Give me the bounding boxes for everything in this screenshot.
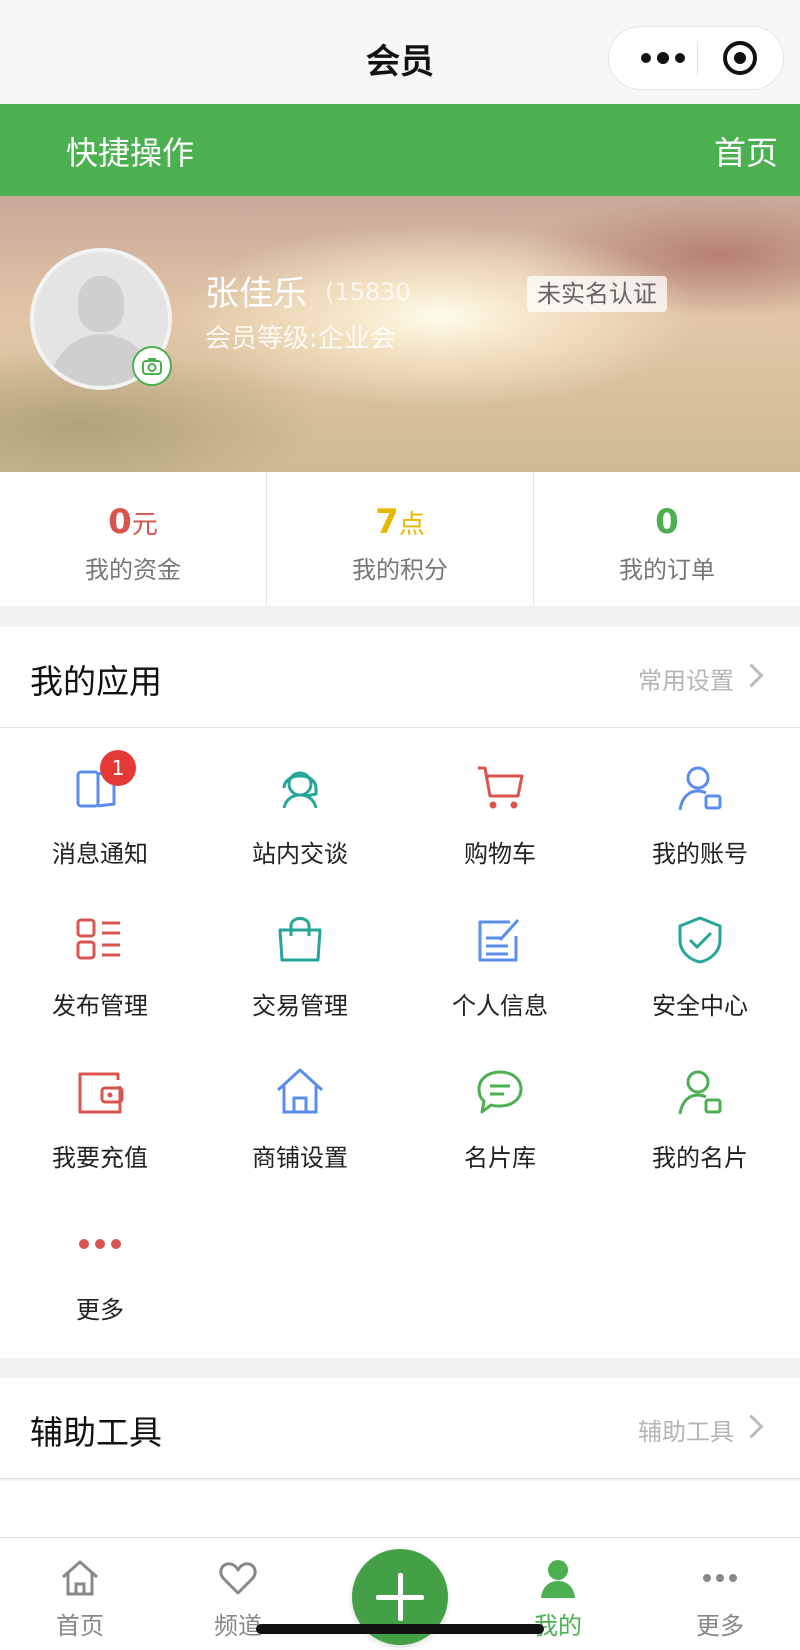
tools-grid-partial [0, 1481, 800, 1541]
profile-banner: 张佳乐 (15830 未实名认证 会员等级:企业会 [0, 196, 800, 472]
dot-icon [657, 52, 669, 64]
stat-orders[interactable]: 0 我的订单 [533, 472, 800, 606]
apps-section-header: 我的应用 常用设置 [0, 627, 800, 728]
account-stats: 0元 我的资金 7点 我的积分 0 我的订单 [0, 472, 800, 606]
avatar-head-shape [78, 276, 124, 332]
stat-label: 我的积分 [352, 556, 448, 584]
app-label: 发布管理 [52, 992, 148, 1020]
list-manage-icon [76, 918, 120, 960]
section-title: 辅助工具 [30, 1413, 162, 1452]
more-dots-icon [79, 1239, 121, 1249]
app-more[interactable]: 更多 [0, 1184, 200, 1336]
tools-link[interactable]: 辅助工具 [638, 1412, 734, 1447]
shopping-cart-icon [478, 766, 524, 809]
home-icon [62, 1560, 98, 1596]
app-label: 交易管理 [252, 992, 348, 1020]
more-icon [703, 1574, 737, 1582]
camera-icon[interactable] [132, 346, 172, 386]
tab-home[interactable]: 首页 [20, 1538, 140, 1650]
app-recharge[interactable]: 我要充值 [0, 1032, 200, 1184]
app-label: 站内交谈 [252, 840, 348, 868]
chat-agent-icon [282, 771, 318, 809]
app-label: 个人信息 [452, 992, 548, 1020]
app-personal-info[interactable]: 个人信息 [400, 880, 600, 1032]
section-title: 我的应用 [30, 662, 162, 701]
stat-label: 我的订单 [619, 556, 715, 584]
title-bar: 会员 [0, 0, 800, 104]
user-phone: (15830 [325, 278, 411, 306]
app-message-notify[interactable]: 1 消息通知 [0, 728, 200, 880]
edit-form-icon [478, 918, 520, 962]
tab-label: 更多 [696, 1612, 744, 1640]
stat-value: 0 [655, 502, 679, 542]
verification-badge[interactable]: 未实名认证 [527, 276, 667, 312]
stat-points[interactable]: 7点 我的积分 [266, 472, 533, 606]
app-trade-manage[interactable]: 交易管理 [200, 880, 400, 1032]
stat-value: 7点 [375, 502, 425, 542]
stat-label: 我的资金 [85, 556, 181, 584]
wallet-icon [78, 1072, 124, 1114]
shield-check-icon [678, 916, 722, 964]
home-indicator [256, 1624, 544, 1634]
app-label: 安全中心 [652, 992, 748, 1020]
common-settings-link[interactable]: 常用设置 [638, 661, 734, 696]
app-label: 我要充值 [52, 1144, 148, 1172]
app-label: 购物车 [464, 840, 536, 868]
app-cart[interactable]: 购物车 [400, 728, 600, 880]
tab-label: 首页 [56, 1612, 104, 1640]
stat-funds[interactable]: 0元 我的资金 [0, 472, 266, 606]
unread-badge: 1 [100, 750, 136, 786]
app-label: 商铺设置 [252, 1144, 348, 1172]
user-account-icon [678, 766, 722, 811]
capsule-divider [697, 43, 698, 75]
apps-grid: 1 消息通知 站内交谈 购物车 我的账号 发布管理 交易管理 个人信息 安全中心… [0, 728, 800, 1358]
tools-section-header: 辅助工具 辅助工具 [0, 1378, 800, 1479]
user-card-icon [678, 1070, 722, 1115]
app-label: 消息通知 [52, 840, 148, 868]
app-label: 更多 [76, 1296, 124, 1324]
app-account[interactable]: 我的账号 [600, 728, 800, 880]
app-label: 我的账号 [652, 840, 748, 868]
comment-bubble-icon [477, 1070, 523, 1114]
app-my-card[interactable]: 我的名片 [600, 1032, 800, 1184]
member-level: 会员等级:企业会 [205, 324, 396, 354]
dot-icon [641, 53, 651, 63]
chevron-right-icon [739, 663, 764, 688]
app-security-center[interactable]: 安全中心 [600, 880, 800, 1032]
quick-actions-button[interactable]: 快捷操作 [66, 128, 194, 174]
app-card-library[interactable]: 名片库 [400, 1032, 600, 1184]
app-label: 名片库 [464, 1144, 536, 1172]
user-icon [541, 1560, 575, 1598]
tab-more[interactable]: 更多 [660, 1538, 780, 1650]
app-label: 我的名片 [652, 1144, 748, 1172]
store-home-icon [276, 1068, 324, 1114]
home-link[interactable]: 首页 [714, 128, 778, 174]
chevron-right-icon [739, 1414, 764, 1439]
quick-action-bar: 快捷操作 首页 [0, 104, 800, 196]
more-menu-button[interactable] [633, 27, 693, 89]
dot-icon [675, 53, 685, 63]
heart-icon [219, 1562, 257, 1595]
stat-value: 0元 [108, 502, 158, 542]
shopping-bag-icon [278, 917, 322, 962]
miniprogram-capsule [608, 26, 784, 90]
close-miniprogram-icon[interactable] [723, 41, 757, 75]
app-chat[interactable]: 站内交谈 [200, 728, 400, 880]
app-publish-manage[interactable]: 发布管理 [0, 880, 200, 1032]
user-name: 张佳乐 [205, 274, 307, 314]
app-store-settings[interactable]: 商铺设置 [200, 1032, 400, 1184]
